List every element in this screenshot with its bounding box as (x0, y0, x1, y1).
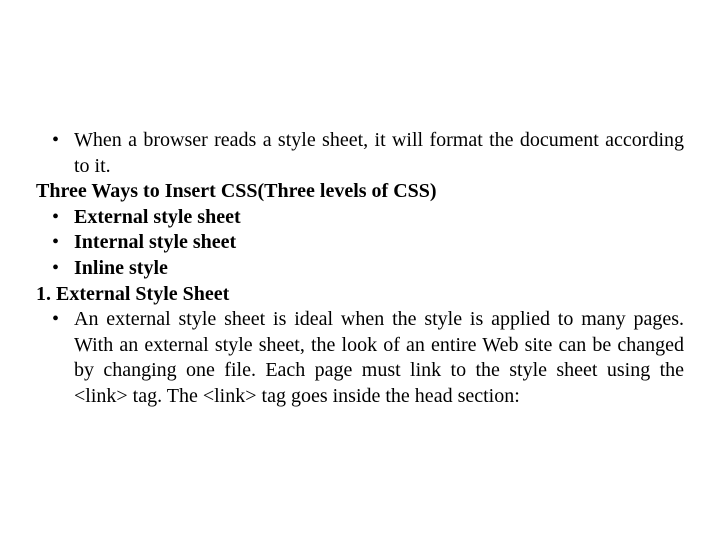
bullet-dot: • (36, 128, 74, 154)
bullet-dot: • (36, 256, 74, 282)
bullet-intro-text: When a browser reads a style sheet, it w… (74, 128, 684, 179)
heading-three-ways-text: Three Ways to Insert CSS(Three levels of… (36, 180, 437, 202)
list-item-internal-text: Internal style sheet (74, 230, 684, 256)
list-item-external-text: External style sheet (74, 205, 684, 231)
heading-external-sheet: 1. External Style Sheet (36, 282, 684, 308)
list-item-inline: • Inline style (36, 256, 684, 282)
bullet-intro: • When a browser reads a style sheet, it… (36, 128, 684, 179)
paragraph-external-desc: • An external style sheet is ideal when … (36, 307, 684, 409)
list-item-inline-text: Inline style (74, 256, 684, 282)
list-item-internal: • Internal style sheet (36, 230, 684, 256)
bullet-dot: • (36, 205, 74, 231)
bullet-dot: • (36, 230, 74, 256)
paragraph-external-desc-text: An external style sheet is ideal when th… (74, 307, 684, 409)
bullet-dot: • (36, 307, 74, 333)
heading-external-sheet-text: 1. External Style Sheet (36, 283, 229, 305)
list-item-external: • External style sheet (36, 205, 684, 231)
heading-three-ways: Three Ways to Insert CSS(Three levels of… (36, 179, 684, 205)
